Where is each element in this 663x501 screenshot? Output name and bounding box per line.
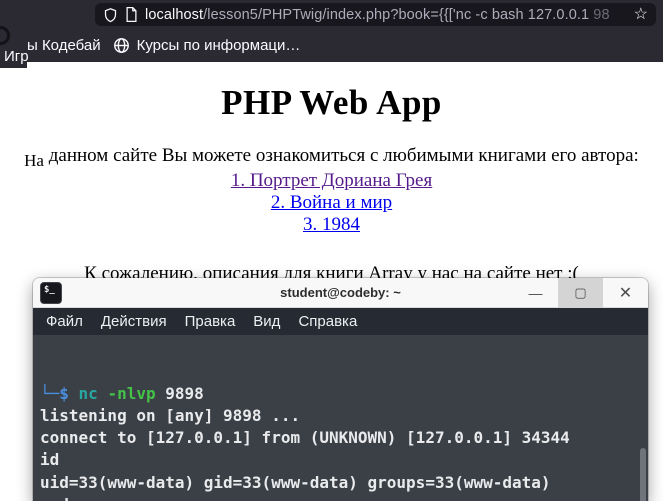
book-link[interactable]: 3. 1984 bbox=[0, 214, 663, 236]
menu-actions[interactable]: Действия bbox=[92, 313, 176, 330]
menu-edit[interactable]: Правка bbox=[176, 313, 245, 330]
maximize-button[interactable]: ▢ bbox=[558, 278, 603, 308]
terminal-line: id bbox=[40, 450, 60, 470]
intro-lead: На bbox=[24, 151, 44, 170]
globe-icon bbox=[113, 37, 129, 53]
intro-text: На данном сайте Вы можете ознакомиться с… bbox=[0, 145, 663, 170]
terminal-line: pwd bbox=[40, 494, 648, 501]
intro-rest: данном сайте Вы можете ознакомиться с лю… bbox=[43, 145, 639, 166]
bookmark-label: ы Кодебай bbox=[27, 36, 101, 54]
window-controls: — ▢ ✕ bbox=[513, 278, 648, 308]
url-tail: 98 bbox=[593, 6, 610, 23]
page-title: PHP Web App bbox=[221, 83, 442, 122]
url-path: /lesson5/PHPTwig/index.php?book={{['nc -… bbox=[203, 6, 594, 23]
book-links: 1. Портрет Дориана Грея 2. Война и мир 3… bbox=[0, 170, 663, 236]
book-link[interactable]: 1. Портрет Дориана Грея bbox=[0, 170, 663, 192]
browser-toolbar: localhost/lesson5/PHPTwig/index.php?book… bbox=[0, 0, 663, 28]
terminal-output: └─$ nc -nlvp 9898 listening on [any] 9898… bbox=[33, 335, 648, 501]
book-link[interactable]: 2. Война и мир bbox=[0, 192, 663, 214]
menu-view[interactable]: Вид bbox=[244, 313, 289, 330]
minimize-button[interactable]: — bbox=[513, 278, 558, 308]
terminal-line: └─$ nc -nlvp 9898 bbox=[40, 383, 204, 403]
terminal-line: listening on [any] 9898 ... bbox=[40, 405, 301, 425]
url-domain: localhost bbox=[145, 6, 204, 23]
bookmark-item-courses[interactable]: Курсы по информаци… bbox=[107, 37, 307, 54]
screen: localhost/lesson5/PHPTwig/index.php?book… bbox=[0, 0, 663, 501]
terminal-menubar: Файл Действия Правка Вид Справка bbox=[33, 308, 648, 335]
page-icon bbox=[126, 7, 137, 22]
bookmark-star-icon[interactable]: ☆ bbox=[630, 6, 648, 23]
bookmark-label: Курсы по информаци… bbox=[136, 36, 301, 54]
terminal-titlebar[interactable]: $_ student@codeby: ~ — ▢ ✕ bbox=[33, 278, 648, 308]
menu-file[interactable]: Файл bbox=[37, 313, 92, 330]
terminal-line: connect to [127.0.0.1] from (UNKNOWN) [1… bbox=[40, 428, 570, 448]
bookmark-item-kodebay[interactable]: ы Кодебай bbox=[27, 37, 107, 54]
menu-help[interactable]: Справка bbox=[289, 313, 366, 330]
terminal-scrollbar-thumb[interactable] bbox=[640, 448, 646, 501]
bookmarks-bar: ы Кодебай Курсы по информаци… bbox=[0, 28, 663, 62]
bookmark-label-fragment: Игр bbox=[4, 48, 29, 65]
terminal-app-icon: $_ bbox=[40, 282, 62, 304]
terminal-window: $_ student@codeby: ~ — ▢ ✕ Файл Действия… bbox=[33, 278, 648, 501]
shield-icon bbox=[104, 7, 117, 22]
url-bar[interactable]: localhost/lesson5/PHPTwig/index.php?book… bbox=[95, 3, 656, 26]
url-text: localhost/lesson5/PHPTwig/index.php?book… bbox=[145, 7, 623, 23]
terminal-line: uid=33(www-data) gid=33(www-data) groups… bbox=[40, 472, 551, 492]
close-button[interactable]: ✕ bbox=[603, 278, 648, 308]
